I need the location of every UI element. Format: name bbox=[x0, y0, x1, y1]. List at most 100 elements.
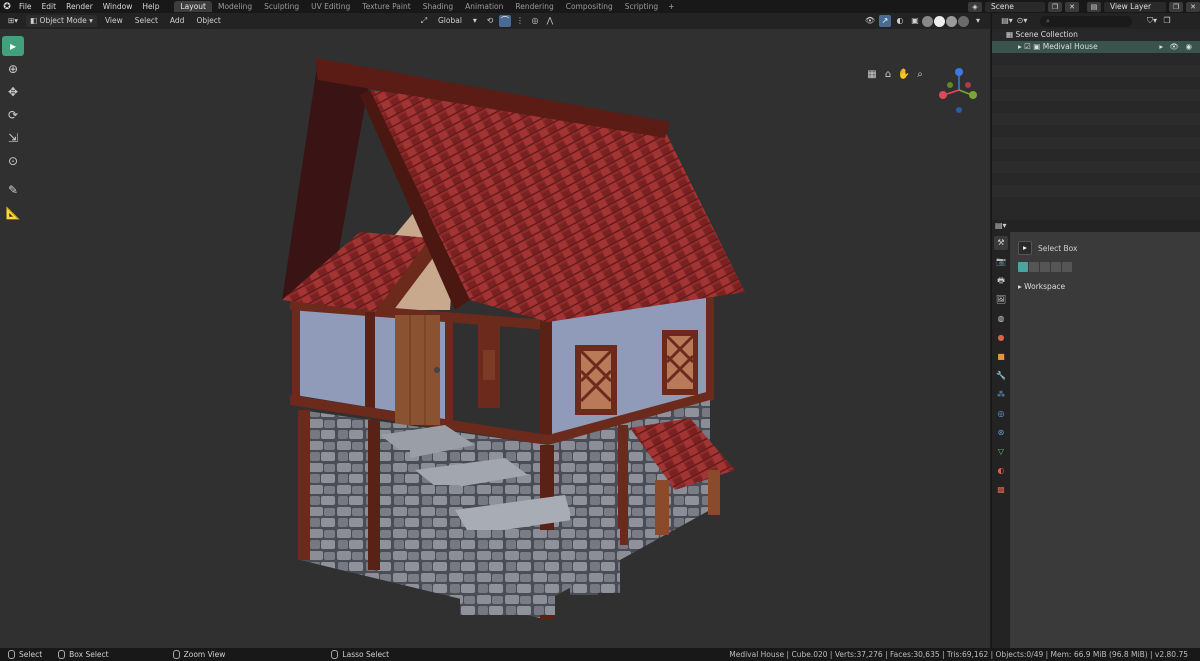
view-layer-tab-icon[interactable]: 🖼 bbox=[994, 293, 1008, 307]
viewport-shading-controls: 👁 ↗ ◐ ▣ ▾ bbox=[861, 15, 984, 27]
visibility-icon[interactable]: 👁 bbox=[864, 15, 876, 27]
scene-icon[interactable]: ◈ bbox=[968, 1, 982, 12]
door bbox=[395, 315, 440, 425]
3d-viewport[interactable]: ▦ ⌂ ✋ ⌕ bbox=[0, 29, 990, 648]
view-layer-icon[interactable]: ▤ bbox=[1087, 1, 1101, 12]
tab-texture-paint[interactable]: Texture Paint bbox=[356, 1, 416, 12]
snap-target-icon[interactable]: ⋮ bbox=[514, 15, 526, 27]
mouse-left-icon bbox=[8, 650, 15, 659]
editor-type-icon[interactable]: ⊞▾ bbox=[4, 15, 22, 27]
texture-icon[interactable]: ▩ bbox=[994, 483, 1008, 497]
workspace-panel-label: Workspace bbox=[1024, 282, 1066, 291]
row-visibility-icons[interactable]: ▸ 👁 ◉ bbox=[1159, 41, 1194, 53]
tab-layout[interactable]: Layout bbox=[174, 1, 212, 12]
menu-view[interactable]: View bbox=[101, 15, 127, 27]
mode-new-icon[interactable] bbox=[1018, 262, 1028, 272]
render-icon[interactable]: 📷 bbox=[994, 255, 1008, 269]
checkbox-icon[interactable]: ☑ bbox=[1024, 42, 1033, 51]
mode-extend-icon[interactable] bbox=[1029, 262, 1039, 272]
camera-icon[interactable]: ⌂ bbox=[880, 69, 896, 80]
zoom-icon[interactable]: ⌕ bbox=[912, 69, 928, 80]
menu-help[interactable]: Help bbox=[137, 0, 164, 13]
menu-render[interactable]: Render bbox=[61, 0, 98, 13]
new-view-layer-icon[interactable]: ❐ bbox=[1169, 1, 1183, 12]
outliner-editor-icon[interactable]: ▤▾ bbox=[1001, 15, 1013, 27]
annotate-icon[interactable]: ✎ bbox=[2, 180, 24, 200]
move-icon[interactable]: ✥ bbox=[2, 82, 24, 102]
menu-file[interactable]: File bbox=[14, 0, 37, 13]
new-scene-icon[interactable]: ❐ bbox=[1048, 1, 1062, 12]
delete-view-layer-icon[interactable]: ✕ bbox=[1186, 1, 1200, 12]
mode-selector[interactable]: ◧ Object Mode ▾ bbox=[26, 15, 97, 27]
transform-orientation-dropdown[interactable]: Global bbox=[434, 15, 466, 27]
outliner-row-object[interactable]: ▸ ☑ ▣ Medival House ▸ 👁 ◉ bbox=[992, 41, 1200, 53]
tab-scripting[interactable]: Scripting bbox=[619, 1, 664, 12]
proportional-edit-icon[interactable]: ◎ bbox=[529, 15, 541, 27]
shading-options-icon[interactable]: ▾ bbox=[972, 15, 984, 27]
tab-animation[interactable]: Animation bbox=[459, 1, 509, 12]
scene-tab-icon[interactable]: ◍ bbox=[994, 312, 1008, 326]
menu-select[interactable]: Select bbox=[131, 15, 162, 27]
object-name-label: Medival House bbox=[1042, 42, 1098, 51]
falloff-icon[interactable]: ⋀ bbox=[544, 15, 556, 27]
pivot-icon[interactable]: ⟲ bbox=[484, 15, 496, 27]
tool-settings-icon[interactable]: ⚒ bbox=[994, 236, 1008, 250]
measure-icon[interactable]: 📐 bbox=[2, 203, 24, 223]
modifier-icon[interactable]: 🔧 bbox=[994, 369, 1008, 383]
tab-compositing[interactable]: Compositing bbox=[560, 1, 619, 12]
blender-logo-icon[interactable]: ✪ bbox=[0, 0, 14, 13]
material-icon[interactable]: ◐ bbox=[994, 464, 1008, 478]
properties-editor-icon[interactable]: ▤▾ bbox=[995, 221, 1007, 230]
select-box-tool-icon[interactable]: ▸ bbox=[2, 36, 24, 56]
filter-icon[interactable]: ⛉▾ bbox=[1146, 15, 1158, 27]
viewport-header: ⊞▾ ◧ Object Mode ▾ View Select Add Objec… bbox=[0, 13, 990, 29]
material-shading-icon[interactable] bbox=[946, 15, 957, 27]
tab-modeling[interactable]: Modeling bbox=[212, 1, 258, 12]
mode-invert-icon[interactable] bbox=[1051, 262, 1061, 272]
tab-uv-editing[interactable]: UV Editing bbox=[305, 1, 356, 12]
physics-icon[interactable]: ◎ bbox=[994, 407, 1008, 421]
world-icon[interactable]: ● bbox=[994, 331, 1008, 345]
mode-intersect-icon[interactable] bbox=[1062, 262, 1072, 272]
select-box-icon[interactable]: ▸ bbox=[1018, 241, 1032, 255]
tab-shading[interactable]: Shading bbox=[417, 1, 459, 12]
navigation-gizmo[interactable] bbox=[936, 65, 982, 115]
chevron-down-icon[interactable]: ▾ bbox=[469, 15, 481, 27]
constraints-icon[interactable]: ⊛ bbox=[994, 426, 1008, 440]
workspace-panel[interactable]: ▸ Workspace bbox=[1018, 280, 1192, 294]
output-icon[interactable]: 🖶 bbox=[994, 274, 1008, 288]
display-mode-icon[interactable]: ⊙▾ bbox=[1016, 15, 1028, 27]
properties-tabs: ⚒ 📷 🖶 🖼 ◍ ● ■ 🔧 ⁂ ◎ ⊛ ▽ ◐ ▩ bbox=[992, 232, 1010, 648]
menu-object[interactable]: Object bbox=[192, 15, 224, 27]
mesh-data-icon[interactable]: ▽ bbox=[994, 445, 1008, 459]
delete-scene-icon[interactable]: ✕ bbox=[1065, 1, 1079, 12]
new-collection-icon[interactable]: ❐ bbox=[1161, 15, 1173, 27]
particles-icon[interactable]: ⁂ bbox=[994, 388, 1008, 402]
solid-shading-icon[interactable] bbox=[934, 15, 945, 27]
scale-icon[interactable]: ⇲ bbox=[2, 128, 24, 148]
status-bar: Select Box Select Zoom View Lasso Select… bbox=[0, 648, 1200, 661]
outliner-search-input[interactable]: ⌕ bbox=[1040, 15, 1132, 27]
xray-icon[interactable]: ▣ bbox=[909, 15, 921, 27]
gizmo-icon[interactable]: ↗ bbox=[879, 15, 891, 27]
hand-icon[interactable]: ✋ bbox=[896, 69, 912, 80]
snap-icon[interactable]: ⌒ bbox=[498, 15, 511, 27]
tab-sculpting[interactable]: Sculpting bbox=[258, 1, 305, 12]
grid-icon[interactable]: ▦ bbox=[864, 69, 880, 80]
overlay-icon[interactable]: ◐ bbox=[894, 15, 906, 27]
tab-rendering[interactable]: Rendering bbox=[509, 1, 559, 12]
wireframe-shading-icon[interactable] bbox=[922, 15, 933, 27]
menu-window[interactable]: Window bbox=[98, 0, 138, 13]
rotate-icon[interactable]: ⟳ bbox=[2, 105, 24, 125]
mode-subtract-icon[interactable] bbox=[1040, 262, 1050, 272]
view-layer-field[interactable]: View Layer bbox=[1104, 1, 1166, 12]
object-icon[interactable]: ■ bbox=[994, 350, 1008, 364]
menu-add[interactable]: Add bbox=[166, 15, 189, 27]
menu-edit[interactable]: Edit bbox=[37, 0, 62, 13]
scene-collection-row[interactable]: ▦ Scene Collection bbox=[992, 29, 1200, 41]
scene-name-field[interactable]: Scene bbox=[985, 1, 1045, 12]
add-workspace-button[interactable]: + bbox=[664, 2, 678, 11]
transform-icon[interactable]: ⊙ bbox=[2, 151, 24, 171]
rendered-shading-icon[interactable] bbox=[958, 15, 969, 27]
cursor-icon[interactable]: ⊕ bbox=[2, 59, 24, 79]
